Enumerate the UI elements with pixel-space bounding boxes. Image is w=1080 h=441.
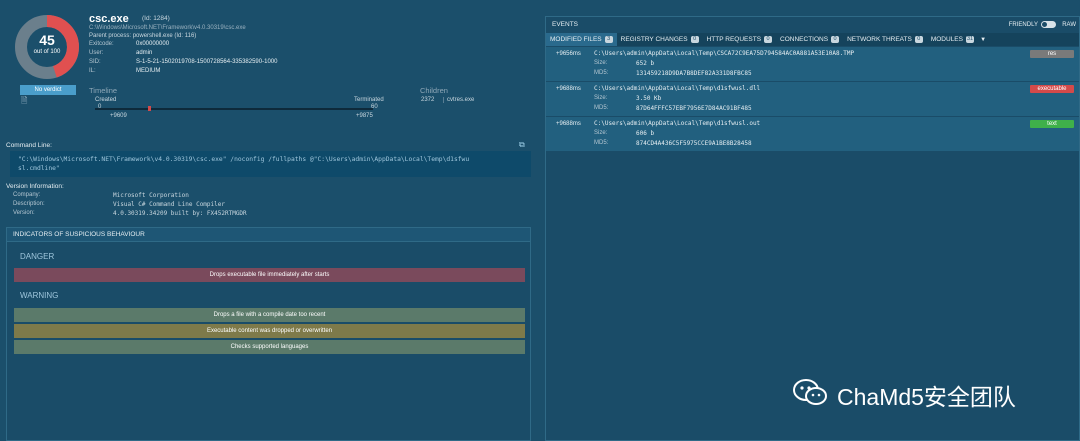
tab-registry-changes[interactable]: REGISTRY CHANGES 0	[617, 33, 703, 46]
exitcode-label: Exitcode:	[89, 41, 114, 47]
size-label: Size:	[594, 60, 608, 66]
command-line-box: "C:\Windows\Microsoft.NET\Framework\v4.0…	[10, 151, 531, 177]
danger-indicator[interactable]: Drops executable file immediately after …	[14, 268, 525, 282]
tab-count: 31	[965, 36, 975, 43]
md5-label: MD5:	[594, 140, 609, 146]
file-md5: 874CD4A436C5F5975CCE9A1BE8B28458	[636, 140, 752, 147]
timeline-end: +9875	[356, 113, 373, 119]
indicators-panel: INDICATORS OF SUSPICIOUS BEHAVIOUR DANGE…	[6, 227, 531, 441]
raw-label: RAW	[1062, 22, 1076, 28]
version-label: Version:	[13, 210, 35, 216]
file-type-badge: executable	[1030, 85, 1074, 93]
tab-label: REGISTRY CHANGES	[620, 36, 688, 43]
tab-http-requests[interactable]: HTTP REQUESTS 0	[703, 33, 776, 46]
file-path: C:\Users\admin\AppData\Local\Temp\d1sfwu…	[594, 85, 761, 92]
sid-label: SID:	[89, 59, 101, 65]
threat-score-subtitle: out of 100	[33, 49, 61, 55]
danger-heading: DANGER	[20, 252, 55, 261]
tab-label: MODULES	[930, 36, 963, 43]
child-process-link[interactable]: cvtres.exe	[443, 97, 474, 103]
warning-indicator[interactable]: Checks supported languages	[14, 340, 525, 354]
file-size: 652 b	[636, 60, 655, 67]
tab-label: NETWORK THREATS	[847, 36, 912, 43]
view-mode-toggle[interactable]	[1041, 21, 1056, 28]
terminated-label: Terminated	[354, 97, 384, 103]
process-path: C:\Windows\Microsoft.NET\Framework\v4.0.…	[89, 25, 246, 31]
children-heading: Children	[420, 86, 448, 95]
version-value: 4.0.30319.34209 built by: FX452RTMGDR	[113, 210, 247, 217]
document-icon[interactable]: 🗎	[21, 97, 31, 105]
command-line-text-cont: sl.cmdline"	[18, 165, 60, 172]
tab-modified-files[interactable]: MODIFIED FILES 3	[546, 33, 617, 46]
il-label: IL:	[89, 68, 96, 74]
tab-count: 0	[914, 36, 923, 43]
timeline-marker[interactable]	[148, 106, 151, 111]
file-size: 606 b	[636, 130, 655, 137]
process-details-panel: 45 out of 100 No verdict 🗎 csc.exe (Id: …	[0, 0, 538, 441]
timeline-bar	[95, 108, 373, 110]
file-event-row[interactable]: +9656ms C:\Users\admin\AppData\Local\Tem…	[546, 47, 1079, 81]
command-line-text: "C:\Windows\Microsoft.NET\Framework\v4.0…	[18, 156, 470, 163]
copy-icon[interactable]: ⧉	[519, 140, 528, 149]
wechat-icon	[793, 379, 827, 405]
exitcode-value: 0x00000000	[136, 41, 170, 47]
description-value: Visual C# Command Line Compiler	[113, 201, 225, 208]
company-label: Company:	[13, 192, 41, 198]
tab-count: 0	[690, 36, 699, 43]
parent-process: Parent process: powershell.exe (Id: 116)	[89, 33, 197, 39]
tab-connections[interactable]: CONNECTIONS 0	[776, 33, 843, 46]
warning-indicator[interactable]: Drops a file with a compile date too rec…	[14, 308, 525, 322]
size-label: Size:	[594, 95, 608, 101]
process-id: (Id: 1284)	[142, 15, 170, 22]
friendly-label: FRIENDLY	[1008, 22, 1038, 28]
tab-count: 0	[831, 36, 840, 43]
watermark-text: ChaMd5安全团队	[837, 384, 1016, 410]
event-time: +9688ms	[556, 121, 581, 127]
verdict-badge[interactable]: No verdict	[20, 85, 76, 95]
tab-label: HTTP REQUESTS	[706, 36, 762, 43]
child-pid: 2372	[421, 97, 435, 103]
process-name: csc.exe	[89, 13, 129, 25]
indicators-heading: INDICATORS OF SUSPICIOUS BEHAVIOUR	[7, 228, 530, 242]
chevron-down-icon[interactable]: ▼	[978, 37, 986, 43]
events-tabs: MODIFIED FILES 3 REGISTRY CHANGES 0 HTTP R…	[546, 33, 1079, 46]
created-label: Created	[95, 97, 117, 103]
company-value: Microsoft Corporation	[113, 192, 189, 199]
file-size: 3.50 Kb	[636, 95, 662, 102]
md5-label: MD5:	[594, 70, 609, 76]
user-value: admin	[136, 50, 153, 56]
warning-indicator[interactable]: Executable content was dropped or overwr…	[14, 324, 525, 338]
command-line-heading: Command Line:	[6, 142, 52, 149]
version-heading: Version Information:	[6, 183, 64, 190]
md5-label: MD5:	[594, 105, 609, 111]
file-event-row[interactable]: +9688ms C:\Users\admin\AppData\Local\Tem…	[546, 82, 1079, 116]
file-type-badge: res	[1030, 50, 1074, 58]
file-type-badge: text	[1030, 120, 1074, 128]
file-md5: 131459218D9DA7B8DEF82A331D8FBC85	[636, 70, 752, 77]
timeline-start: +9609	[110, 113, 127, 119]
toggle-knob	[1042, 22, 1047, 27]
tab-count: 3	[604, 36, 613, 43]
sid-value: S-1-5-21-1502019708-1500728564-335382590…	[136, 59, 278, 65]
threat-score: 45	[39, 32, 55, 48]
tab-network-threats[interactable]: NETWORK THREATS 0	[843, 33, 927, 46]
tab-modules[interactable]: MODULES 31	[927, 33, 978, 46]
il-value: MEDIUM	[136, 68, 161, 74]
size-label: Size:	[594, 130, 608, 136]
event-time: +9656ms	[556, 51, 581, 57]
file-path: C:\Users\admin\AppData\Local\Temp\CSCA72…	[594, 50, 855, 57]
tab-label: CONNECTIONS	[780, 36, 829, 43]
warning-heading: WARNING	[20, 291, 59, 300]
timeline-heading: Timeline	[89, 86, 118, 95]
file-md5: 87D64FFFC57EBF7956E7D84AC91BF485	[636, 105, 752, 112]
tab-label: MODIFIED FILES	[550, 36, 602, 43]
event-time: +9688ms	[556, 86, 581, 92]
events-header: EVENTS FRIENDLY RAW	[546, 17, 1079, 33]
events-title: EVENTS	[552, 21, 579, 28]
file-event-row[interactable]: +9688ms C:\Users\admin\AppData\Local\Tem…	[546, 117, 1079, 151]
user-label: User:	[89, 50, 104, 56]
file-path: C:\Users\admin\AppData\Local\Temp\d1sfwu…	[594, 120, 761, 127]
description-label: Description:	[13, 201, 45, 207]
tab-count: 0	[764, 36, 773, 43]
